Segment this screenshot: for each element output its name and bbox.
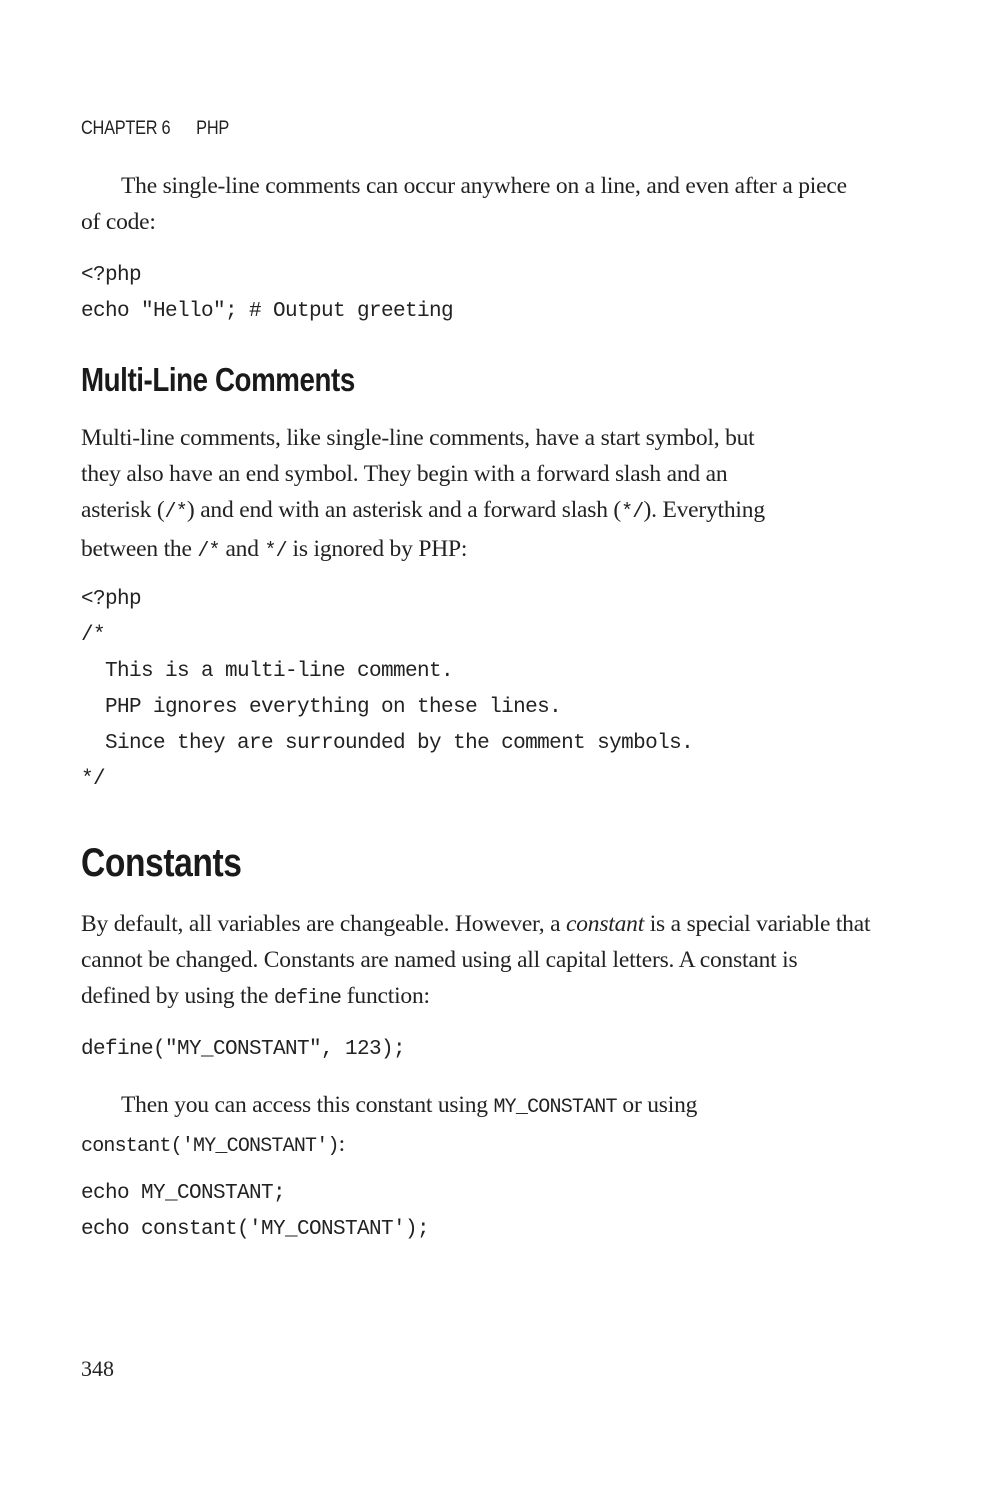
text-span: asterisk (: [81, 497, 165, 523]
text-span: ) and end with an asterisk and a forward…: [186, 497, 622, 523]
text-span: is ignored by PHP:: [286, 536, 468, 562]
code-line: echo "Hello"; # Output greeting: [81, 300, 454, 323]
paragraph-constants: By default, all variables are changeable…: [81, 906, 871, 1017]
code-line: This is a multi-line comment.: [81, 660, 454, 683]
text-line: asterisk (/*) and end with an asterisk a…: [81, 492, 871, 531]
section-heading-constants: Constants: [81, 841, 242, 885]
chapter-title: PHP: [196, 118, 230, 139]
section-heading-multi-line-comments: Multi-Line Comments: [81, 361, 355, 398]
text-line: between the /* and */ is ignored by PHP:: [81, 531, 871, 570]
code-block-echo-constant: echo MY_CONSTANT;echo constant('MY_CONST…: [81, 1176, 871, 1248]
chapter-label: CHAPTER 6: [81, 118, 171, 139]
text-span: ). Everything: [643, 497, 765, 523]
emphasis-text: constant: [566, 911, 645, 937]
code-line: define("MY_CONSTANT", 123);: [81, 1038, 406, 1061]
code-line: echo MY_CONSTANT;: [81, 1182, 286, 1205]
code-block-single-line: <?php echo "Hello"; # Output greeting: [81, 258, 871, 330]
page-number: 348: [81, 1356, 114, 1381]
text-span: :: [338, 1131, 346, 1157]
code-line: <?php: [81, 264, 142, 287]
text-span: By default, all variables are changeable…: [81, 911, 566, 937]
code-line: Since they are surrounded by the comment…: [81, 732, 694, 755]
inline-code: /*: [197, 540, 220, 563]
text-span: or using: [616, 1092, 698, 1118]
inline-code: */: [264, 540, 287, 563]
paragraph-access-constant: Then you can access this constant using …: [81, 1087, 871, 1165]
text-span: Then you can access this constant using: [121, 1092, 494, 1118]
text-span: and: [219, 536, 265, 562]
code-line: echo constant('MY_CONSTANT');: [81, 1218, 430, 1241]
inline-code: MY_CONSTANT: [493, 1096, 617, 1119]
code-line: */: [81, 768, 106, 791]
inline-code: /*: [164, 501, 188, 524]
text-span: between the: [81, 536, 198, 562]
inline-code: define: [273, 987, 342, 1010]
inline-code: */: [621, 501, 644, 524]
text-line: Multi-line comments, like single-line co…: [81, 425, 755, 451]
code-line: /*: [81, 624, 106, 647]
text-span: function:: [341, 983, 430, 1009]
text-line: they also have an end symbol. They begin…: [81, 461, 728, 487]
code-block-define: define("MY_CONSTANT", 123);: [81, 1032, 871, 1068]
code-line: PHP ignores everything on these lines.: [81, 696, 562, 719]
paragraph-single-line-comments: The single-line comments can occur anywh…: [81, 173, 847, 235]
paragraph-multi-line-comments: Multi-line comments, like single-line co…: [81, 420, 871, 570]
inline-code: constant('MY_CONSTANT'): [81, 1135, 339, 1158]
code-line: <?php: [81, 588, 142, 611]
running-head: CHAPTER 6 PHP: [81, 118, 229, 140]
code-block-multi-line: <?php /* This is a multi-line comment. PH…: [81, 582, 871, 798]
